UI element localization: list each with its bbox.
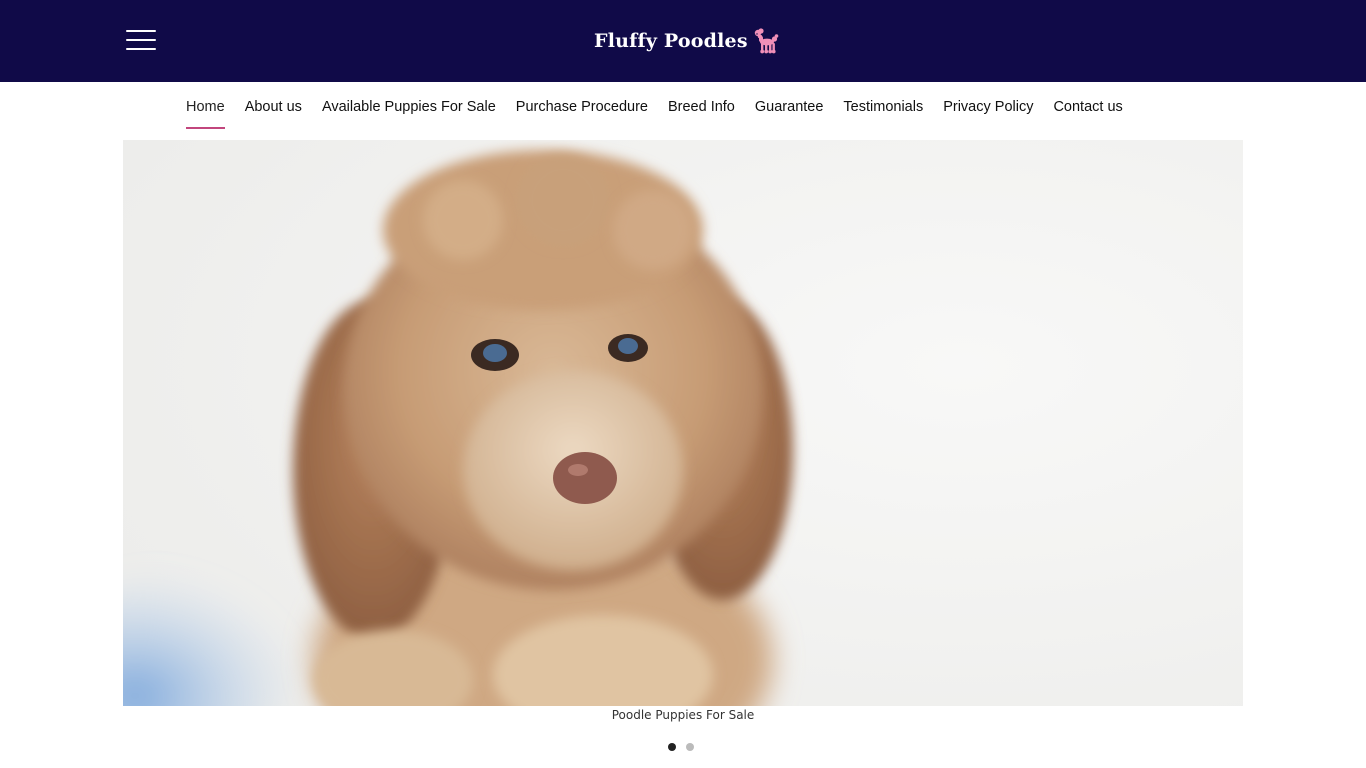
nav-item-home[interactable]: Home bbox=[186, 82, 225, 130]
nav-item-about-us[interactable]: About us bbox=[245, 82, 302, 130]
poodle-puppy-photo bbox=[123, 140, 1243, 706]
site-logo[interactable]: Fluffy Poodles bbox=[594, 24, 780, 58]
slide-dot-2[interactable] bbox=[686, 743, 694, 751]
nav-item-purchase-procedure[interactable]: Purchase Procedure bbox=[516, 82, 648, 130]
slide-caption: Poodle Puppies For Sale bbox=[611, 708, 755, 722]
slide-dot-1[interactable] bbox=[668, 743, 676, 751]
poodle-icon bbox=[754, 28, 779, 54]
nav-item-available-puppies[interactable]: Available Puppies For Sale bbox=[322, 82, 496, 130]
logo-text: Fluffy Poodles bbox=[594, 30, 748, 52]
main-nav: Home About us Available Puppies For Sale… bbox=[186, 82, 1123, 132]
nav-item-guarantee[interactable]: Guarantee bbox=[755, 82, 824, 130]
slider-pagination bbox=[668, 743, 694, 751]
nav-item-breed-info[interactable]: Breed Info bbox=[668, 82, 735, 130]
nav-item-testimonials[interactable]: Testimonials bbox=[843, 82, 923, 130]
nav-item-privacy-policy[interactable]: Privacy Policy bbox=[943, 82, 1033, 130]
nav-item-contact-us[interactable]: Contact us bbox=[1053, 82, 1122, 130]
site-header: Fluffy Poodles bbox=[0, 0, 1366, 82]
hamburger-menu-icon[interactable] bbox=[126, 29, 156, 51]
hero-slide-image[interactable] bbox=[123, 140, 1243, 706]
